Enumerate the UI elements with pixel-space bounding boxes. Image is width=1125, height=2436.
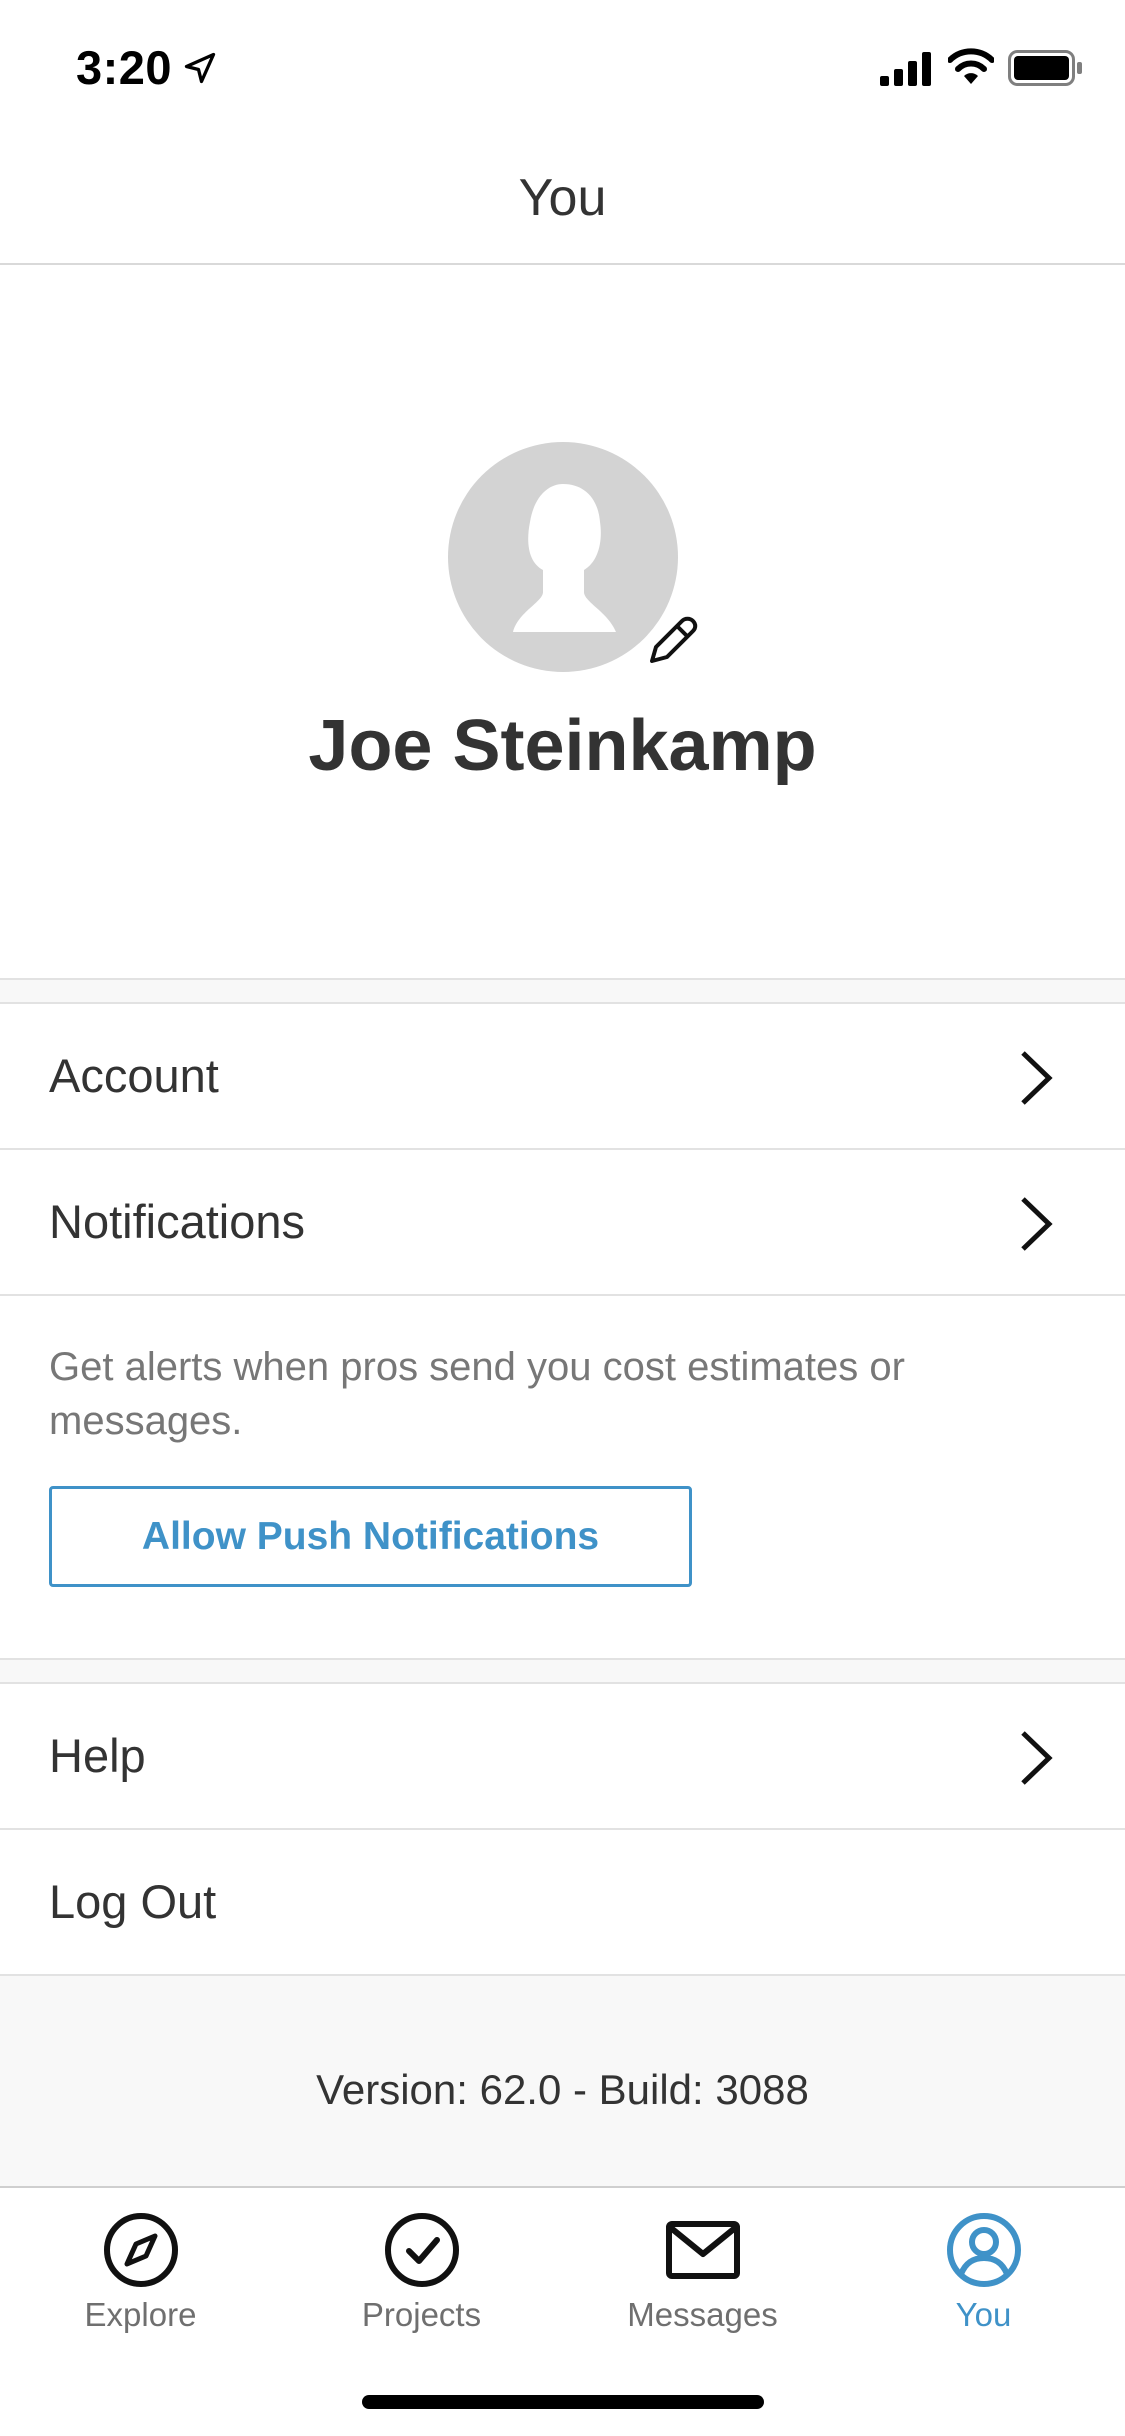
account-label: Account — [49, 1049, 219, 1102]
envelope-icon — [665, 2221, 740, 2279]
notifications-row[interactable]: Notifications — [0, 1150, 1125, 1296]
home-indicator[interactable] — [362, 2395, 764, 2409]
help-row[interactable]: Help — [0, 1684, 1125, 1830]
help-label: Help — [49, 1729, 146, 1782]
location-arrow-icon — [184, 52, 216, 84]
battery-icon — [1008, 50, 1082, 86]
section-divider — [0, 978, 1125, 1004]
wifi-icon — [948, 48, 994, 84]
chevron-right-icon — [1021, 1731, 1053, 1785]
status-time: 3:20 — [76, 41, 173, 94]
tab-you[interactable]: You — [843, 2188, 1124, 2348]
check-circle-icon — [384, 2213, 459, 2287]
nav-header: You — [0, 132, 1125, 265]
allow-push-notifications-button[interactable]: Allow Push Notifications — [49, 1486, 692, 1587]
version-footer: Version: 62.0 - Build: 3088 — [0, 1976, 1125, 2186]
account-row[interactable]: Account — [0, 1004, 1125, 1150]
tab-messages[interactable]: Messages — [562, 2188, 843, 2348]
tab-explore[interactable]: Explore — [0, 2188, 281, 2348]
logout-row[interactable]: Log Out — [0, 1830, 1125, 1976]
profile-section: Joe Steinkamp — [0, 265, 1125, 978]
tab-label: Projects — [361, 2296, 482, 2333]
chevron-right-icon — [1021, 1197, 1053, 1251]
user-circle-icon — [946, 2213, 1021, 2287]
pencil-icon[interactable] — [642, 611, 702, 671]
tab-projects[interactable]: Projects — [281, 2188, 562, 2348]
tab-label: You — [955, 2296, 1012, 2333]
tab-label: Messages — [627, 2296, 778, 2333]
tab-label: Explore — [84, 2296, 197, 2333]
profile-name: Joe Steinkamp — [308, 706, 817, 786]
version-text: Version: 62.0 - Build: 3088 — [316, 2066, 809, 2113]
logout-label: Log Out — [49, 1875, 217, 1928]
page-title: You — [518, 168, 607, 227]
notifications-label: Notifications — [49, 1195, 305, 1248]
section-divider — [0, 1658, 1125, 1684]
chevron-right-icon — [1021, 1051, 1053, 1105]
compass-icon — [103, 2213, 178, 2287]
signal-icon — [880, 52, 931, 86]
notifications-description: Get alerts when pros send you cost estim… — [49, 1345, 905, 1443]
status-bar: 3:20 — [0, 0, 1125, 132]
